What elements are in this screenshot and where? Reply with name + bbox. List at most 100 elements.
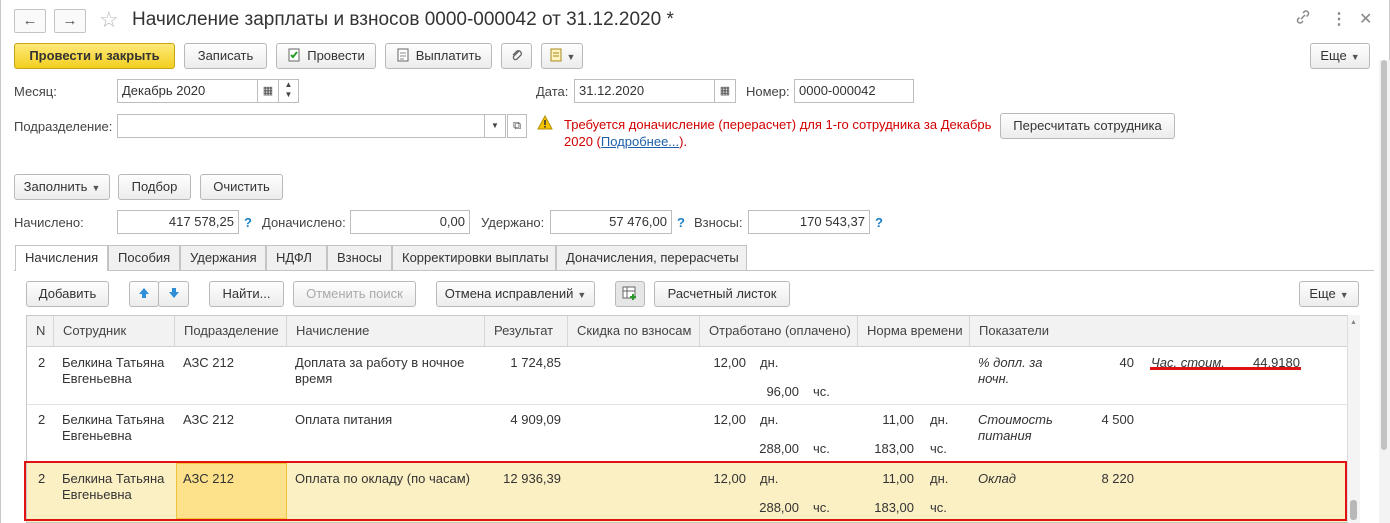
back-button[interactable]: ← (14, 9, 46, 33)
indicator-value: 4 500 (1101, 412, 1134, 427)
row-number: 2 (38, 412, 46, 427)
accrued-help-icon[interactable]: ? (244, 215, 252, 230)
withheld-label: Удержано: (481, 215, 545, 230)
worked-hours-unit: чс. (813, 441, 830, 456)
worked-days-unit: дн. (760, 355, 779, 370)
contributions-label: Взносы: (694, 215, 743, 230)
accrual-cell: Оплата питания (295, 412, 393, 427)
warning-icon (537, 114, 553, 133)
table-more-button[interactable]: Еще ▼ (1299, 281, 1359, 307)
row-number: 2 (38, 355, 46, 370)
post-and-close-button[interactable]: Провести и закрыть (14, 43, 175, 69)
number-label: Номер: (746, 84, 790, 99)
division-field[interactable] (117, 114, 485, 138)
withheld-help-icon[interactable]: ? (677, 215, 685, 230)
warning-text-end: ). (679, 134, 688, 149)
date-field[interactable]: 31.12.2020 (574, 79, 715, 103)
payslip-button[interactable]: Расчетный листок (654, 281, 790, 307)
division-label: Подразделение: (14, 119, 113, 134)
close-icon[interactable]: ✕ (1359, 9, 1372, 29)
calendar-button[interactable]: ▦ (257, 79, 279, 103)
open-window-icon: ⧉ (513, 120, 521, 132)
table-header: N Сотрудник Подразделение Начисление Рез… (27, 316, 1347, 347)
norm-days: 11,00 (882, 412, 914, 427)
pay-document-icon (396, 46, 410, 62)
window-scroll-thumb[interactable] (1381, 60, 1387, 450)
clear-button[interactable]: Очистить (200, 174, 283, 200)
column-header-accrual[interactable]: Начисление (287, 316, 485, 347)
tab-divider (14, 270, 1374, 271)
table-scroll-thumb[interactable] (1350, 500, 1357, 520)
fill-button-label: Заполнить (23, 179, 88, 194)
chevron-down-icon: ▼ (1350, 52, 1360, 62)
move-down-button[interactable] (158, 281, 189, 307)
division-open-button[interactable]: ⧉ (507, 114, 527, 138)
date-calendar-button[interactable]: ▦ (714, 79, 736, 103)
column-header-norm[interactable]: Норма времени (858, 316, 970, 347)
tab-contributions[interactable]: Взносы (327, 245, 392, 270)
cancel-corrections-button[interactable]: Отмена исправлений ▼ (436, 281, 595, 307)
accrued-value: 417 578,25 (117, 210, 239, 234)
column-header-discount[interactable]: Скидка по взносам (568, 316, 700, 347)
more-button[interactable]: Еще ▼ (1310, 43, 1370, 69)
result-cell: 1 724,85 (510, 355, 561, 370)
pick-button[interactable]: Подбор (118, 174, 191, 200)
save-button[interactable]: Записать (184, 43, 267, 69)
chevron-down-icon: ▼ (91, 183, 101, 193)
worked-days-unit: дн. (760, 412, 779, 427)
document-window: ← → ☆ Начисление зарплаты и взносов 0000… (0, 0, 1390, 523)
recalculate-employee-button[interactable]: Пересчитать сотрудника (1000, 113, 1175, 139)
cancel-corrections-label: Отмена исправлений (444, 286, 574, 301)
column-header-result[interactable]: Результат (485, 316, 568, 347)
column-header-indicators[interactable]: Показатели (970, 316, 1347, 347)
table-row[interactable]: 2 Белкина Татьяна Евгеньевна АЗС 212 Опла… (27, 405, 1347, 462)
find-button[interactable]: Найти... (209, 281, 284, 307)
month-spin-button[interactable]: ▲ ▼ (278, 79, 299, 103)
window-scrollbar[interactable] (1379, 60, 1390, 523)
contributions-help-icon[interactable]: ? (875, 215, 883, 230)
worked-hours: 96,00 (766, 384, 799, 399)
tab-ndfl[interactable]: НДФЛ (266, 245, 327, 270)
spin-up-icon: ▲ (284, 80, 293, 89)
month-field[interactable]: Декабрь 2020 (117, 79, 258, 103)
warning-message: Требуется доначисление (перерасчет) для … (564, 116, 994, 150)
scroll-up-icon[interactable]: ▲ (1350, 319, 1357, 326)
attach-button[interactable] (501, 43, 532, 69)
more-vertical-icon[interactable]: ⋮ (1331, 9, 1347, 29)
details-link[interactable]: Подробнее... (601, 134, 679, 149)
add-button[interactable]: Добавить (26, 281, 109, 307)
column-header-worked[interactable]: Отработано (оплачено) (700, 316, 858, 347)
division-dropdown-button[interactable]: ▼ (484, 114, 506, 138)
post-button[interactable]: Провести (276, 43, 376, 69)
chevron-down-icon: ▼ (1339, 290, 1349, 300)
indicator-name: Стоимость питания (978, 412, 1053, 443)
calendar-icon: ▦ (719, 85, 731, 97)
extra-accrued-label: Доначислено: (262, 215, 346, 230)
highlight-frame (24, 461, 1347, 521)
tab-payment-corrections[interactable]: Корректировки выплаты (392, 245, 556, 270)
move-up-button[interactable] (129, 281, 159, 307)
fill-button[interactable]: Заполнить ▼ (14, 174, 110, 200)
extra-accrued-value: 0,00 (350, 210, 470, 234)
column-header-employee[interactable]: Сотрудник (54, 316, 175, 347)
column-header-division[interactable]: Подразделение (175, 316, 287, 347)
table-settings-button[interactable] (615, 281, 645, 307)
withheld-value: 57 476,00 (550, 210, 672, 234)
favorite-star-icon[interactable]: ☆ (99, 7, 119, 33)
tab-benefits[interactable]: Пособия (108, 245, 180, 270)
forward-button[interactable]: → (54, 9, 86, 33)
table-row[interactable]: 2 Белкина Татьяна Евгеньевна АЗС 212 Допл… (27, 347, 1347, 405)
norm-hours: 183,00 (874, 441, 914, 456)
column-header-n[interactable]: N (27, 316, 54, 347)
link-icon[interactable] (1295, 9, 1311, 30)
norm-hours-unit: чс. (930, 441, 947, 456)
table-scrollbar[interactable]: ▲ (1347, 315, 1360, 523)
cancel-search-button[interactable]: Отменить поиск (293, 281, 416, 307)
window-title: Начисление зарплаты и взносов 0000-00004… (132, 9, 674, 30)
print-menu-button[interactable]: ▼ (541, 43, 583, 69)
tab-deductions[interactable]: Удержания (180, 245, 266, 270)
tab-recalculations[interactable]: Доначисления, перерасчеты (556, 245, 747, 270)
pay-button[interactable]: Выплатить (385, 43, 492, 69)
tab-accruals[interactable]: Начисления (15, 245, 108, 271)
number-field[interactable]: 0000-000042 (794, 79, 914, 103)
